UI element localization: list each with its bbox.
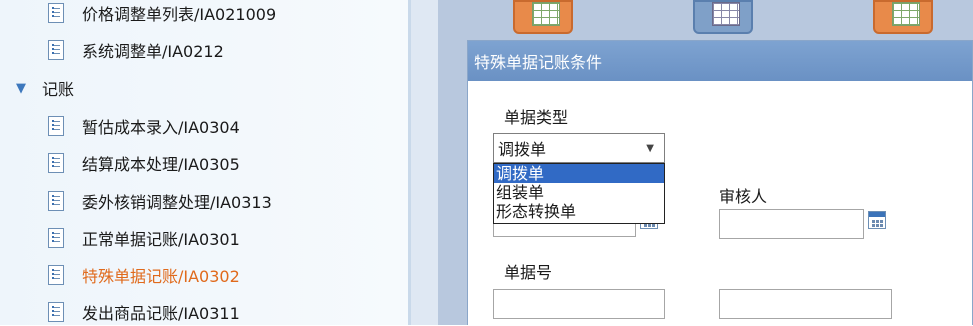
document-icon <box>48 3 64 23</box>
spreadsheet-icon-button[interactable] <box>873 0 933 34</box>
reviewer-label: 审核人 <box>719 187 768 206</box>
reviewer-field[interactable] <box>719 209 864 239</box>
calendar-icon[interactable] <box>868 211 886 229</box>
dropdown-option[interactable]: 调拨单 <box>494 164 664 183</box>
tree-item-price-adjust-list[interactable]: 价格调整单列表/IA021009 <box>48 0 276 28</box>
grid-icon <box>532 2 560 26</box>
chevron-down-icon[interactable]: ▼ <box>646 143 654 154</box>
grid-icon <box>892 2 920 26</box>
tree-item-system-adjust[interactable]: 系统调整单/IA0212 <box>48 35 224 65</box>
tree-item-label: 暂估成本录入/IA0304 <box>82 118 240 137</box>
document-icon <box>48 265 64 285</box>
doc-type-label: 单据类型 <box>504 108 569 127</box>
navigation-tree: 价格调整单列表/IA021009 系统调整单/IA0212 ▼ 记账 暂估成本录… <box>0 0 408 325</box>
tree-item-label: 正常单据记账/IA0301 <box>82 230 240 249</box>
doc-type-selected-value: 调拨单 <box>498 140 547 159</box>
tree-item-outsourcing-adjust[interactable]: 委外核销调整处理/IA0313 <box>48 186 272 216</box>
dialog-title-bar[interactable]: 特殊单据记账条件 <box>468 41 972 81</box>
document-icon <box>48 191 64 211</box>
tree-item-normal-doc-bookkeeping[interactable]: 正常单据记账/IA0301 <box>48 223 240 253</box>
spreadsheet-icon-button[interactable] <box>513 0 573 34</box>
doc-type-select[interactable]: 调拨单 ▼ <box>493 133 665 163</box>
dropdown-option[interactable]: 组装单 <box>494 183 664 202</box>
tree-item-special-doc-bookkeeping[interactable]: 特殊单据记账/IA0302 <box>48 260 240 290</box>
tree-item-shipped-goods-bookkeeping[interactable]: 发出商品记账/IA0311 <box>48 297 240 325</box>
doc-no-end-field[interactable] <box>719 289 892 319</box>
doc-no-start-field[interactable] <box>493 289 665 319</box>
tree-group-label: 记账 <box>42 80 75 99</box>
spreadsheet-icon-button[interactable] <box>693 0 753 34</box>
document-icon <box>48 40 64 60</box>
dialog-title: 特殊单据记账条件 <box>474 53 603 72</box>
doc-type-dropdown: 调拨单 组装单 形态转换单 <box>493 163 665 224</box>
dropdown-option[interactable]: 形态转换单 <box>494 202 664 221</box>
tree-item-settlement-cost[interactable]: 结算成本处理/IA0305 <box>48 148 240 178</box>
doc-no-label: 单据号 <box>504 263 553 282</box>
tree-item-label: 价格调整单列表/IA021009 <box>82 5 277 24</box>
document-icon <box>48 153 64 173</box>
grid-icon <box>712 2 740 26</box>
chevron-down-icon[interactable]: ▼ <box>16 81 28 96</box>
tree-item-label: 发出商品记账/IA0311 <box>82 304 240 323</box>
document-icon <box>48 302 64 322</box>
tree-item-label: 系统调整单/IA0212 <box>82 42 224 61</box>
document-icon <box>48 116 64 136</box>
tree-item-estimated-cost-entry[interactable]: 暂估成本录入/IA0304 <box>48 111 240 141</box>
document-icon <box>48 228 64 248</box>
tree-item-label: 委外核销调整处理/IA0313 <box>82 193 272 212</box>
tree-item-label: 结算成本处理/IA0305 <box>82 155 240 174</box>
tree-group-bookkeeping[interactable]: ▼ 记账 <box>16 73 74 103</box>
tree-item-label: 特殊单据记账/IA0302 <box>82 267 240 286</box>
panel-gap <box>411 0 438 325</box>
